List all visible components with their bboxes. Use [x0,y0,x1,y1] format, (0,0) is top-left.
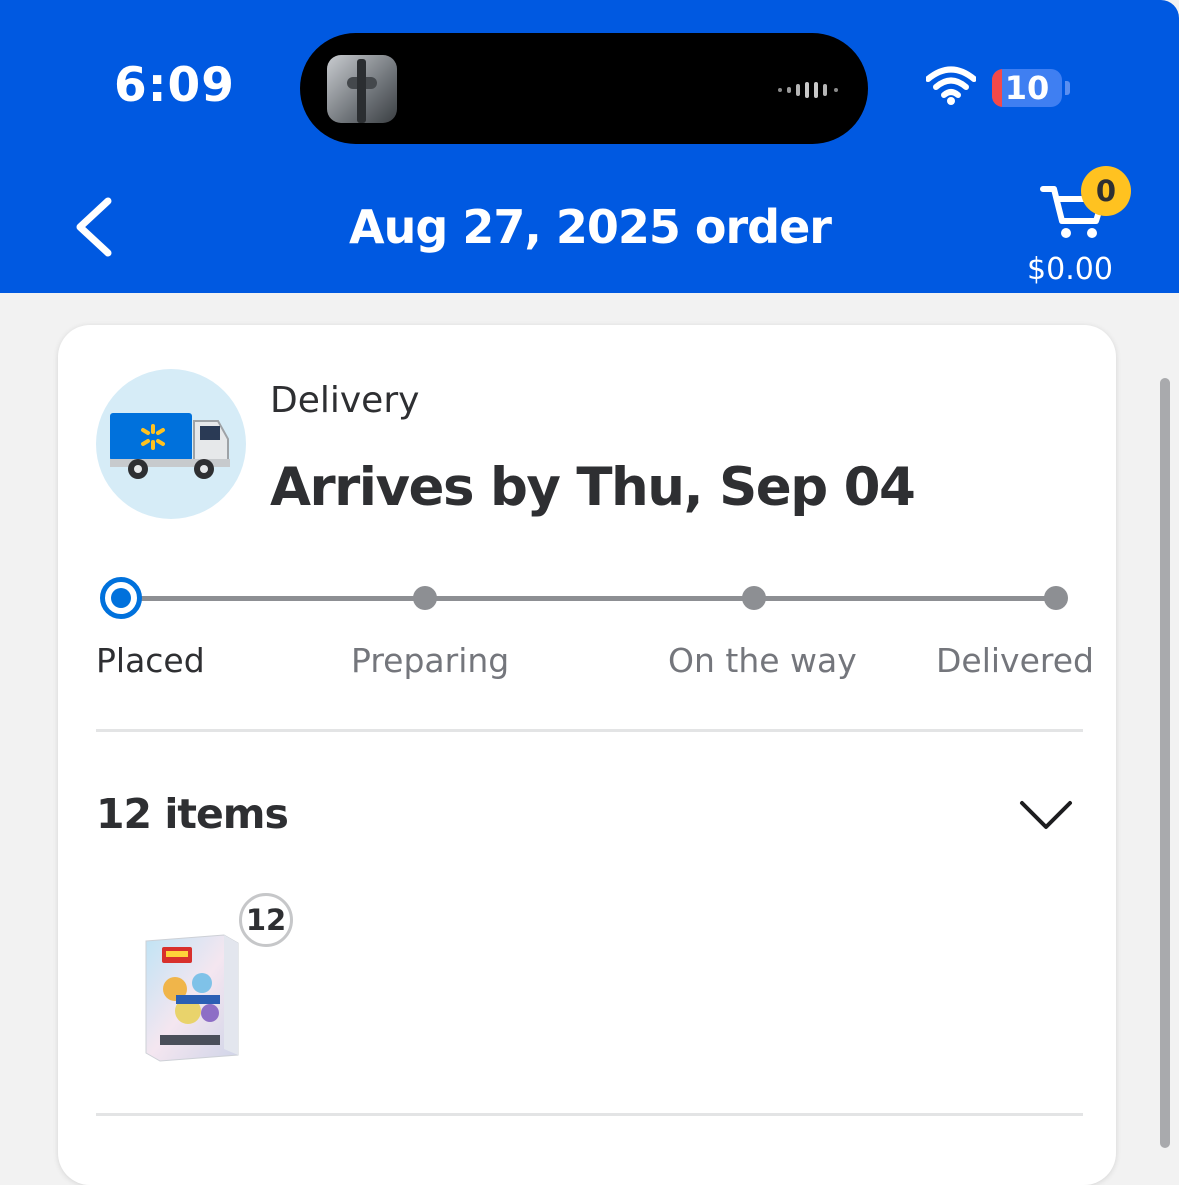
section-divider-bottom [96,1113,1083,1116]
battery-level: 10 [1004,69,1050,107]
audio-wave-icon [778,82,838,98]
back-button[interactable] [70,195,120,260]
dynamic-island[interactable] [300,33,868,144]
app-header: 6:09 10 Aug 27, 2025 order 0 $0.00 [0,0,1179,293]
cart-total[interactable]: $0.00 [1000,252,1140,287]
product-thumbnail[interactable] [140,931,244,1063]
item-quantity-badge: 12 [239,893,293,947]
page-title: Aug 27, 2025 order [349,200,832,254]
tracker-step-delivered-dot [1044,586,1068,610]
tracker-step-preparing-dot [413,586,437,610]
tracker-line [123,596,1058,601]
chevron-down-icon[interactable] [1016,795,1076,835]
tracker-step-on-the-way-dot [742,586,766,610]
tracker-step-preparing-label: Preparing [351,641,510,680]
status-time: 6:09 [114,58,235,113]
section-divider [96,729,1083,732]
cart-count-badge: 0 [1081,166,1131,216]
now-playing-thumbnail [327,55,397,123]
scrollbar[interactable] [1160,378,1170,1148]
wifi-icon [926,66,976,105]
fulfillment-method: Delivery [270,380,420,421]
tracker-step-placed-dot [100,577,142,619]
tracker-step-delivered-label: Delivered [936,641,1094,680]
tracker-step-on-the-way-label: On the way [668,641,857,680]
battery-cap [1065,81,1070,95]
items-count-heading: 12 items [96,790,289,838]
delivery-truck-icon [96,369,246,519]
battery-icon: 10 [992,69,1062,107]
tracker-step-placed-label: Placed [96,641,205,680]
arrival-date: Arrives by Thu, Sep 04 [270,457,916,518]
order-card: Delivery Arrives by Thu, Sep 04 Placed P… [58,325,1116,1185]
